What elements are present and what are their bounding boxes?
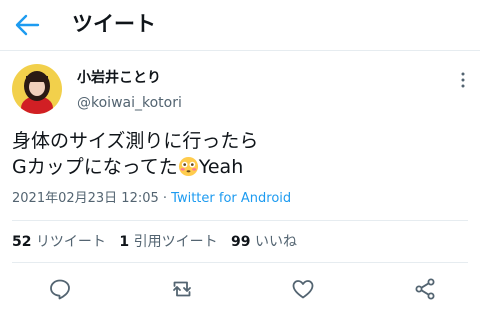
tweet-text-line-2: Gカップになってた Yeah [12, 154, 468, 180]
likes-stat[interactable]: 99 いいね [231, 234, 297, 250]
retweets-stat[interactable]: 52 リツイート [12, 234, 106, 250]
tweet-text-line-1: 身体のサイズ測りに行ったら [12, 130, 259, 152]
share-icon[interactable] [413, 277, 437, 301]
tweet-text-line-2-suffix: Yeah [198, 156, 244, 178]
divider [12, 262, 468, 263]
tweet-meta: 2021年02月23日 12:05 · Twitter for Android [12, 190, 291, 208]
top-bar: ツイート [0, 0, 480, 51]
page-title: ツイート [72, 12, 156, 36]
tweet-text-line-2-main: Gカップになってた [12, 156, 178, 178]
avatar-image [12, 64, 62, 114]
retweets-count: 52 [12, 234, 32, 250]
divider [12, 220, 468, 221]
retweets-label: リツイート [35, 234, 106, 250]
tweet-timestamp[interactable]: 2021年02月23日 12:05 [12, 191, 159, 206]
user-handle[interactable]: @koiwai_kotori [77, 93, 182, 113]
tweet-stats: 52 リツイート 1 引用ツイート 99 いいね [12, 233, 306, 251]
like-icon[interactable] [291, 277, 315, 301]
tweet-source-link[interactable]: Twitter for Android [171, 191, 291, 206]
flushed-face-icon [178, 156, 198, 177]
likes-label: いいね [254, 234, 297, 250]
more-options-icon[interactable] [457, 70, 469, 90]
back-arrow-icon[interactable] [14, 13, 40, 37]
quotes-stat[interactable]: 1 引用ツイート [119, 234, 217, 250]
quotes-label: 引用ツイート [133, 234, 218, 250]
retweet-icon[interactable] [170, 277, 194, 301]
user-display-name[interactable]: 小岩井ことり [77, 68, 161, 88]
tweet-text: 身体のサイズ測りに行ったら Gカップになってた Yeah [12, 128, 468, 180]
meta-separator: · [158, 191, 172, 206]
avatar[interactable] [12, 64, 62, 114]
likes-count: 99 [231, 234, 251, 250]
reply-icon[interactable] [48, 277, 72, 301]
quotes-count: 1 [119, 234, 130, 250]
